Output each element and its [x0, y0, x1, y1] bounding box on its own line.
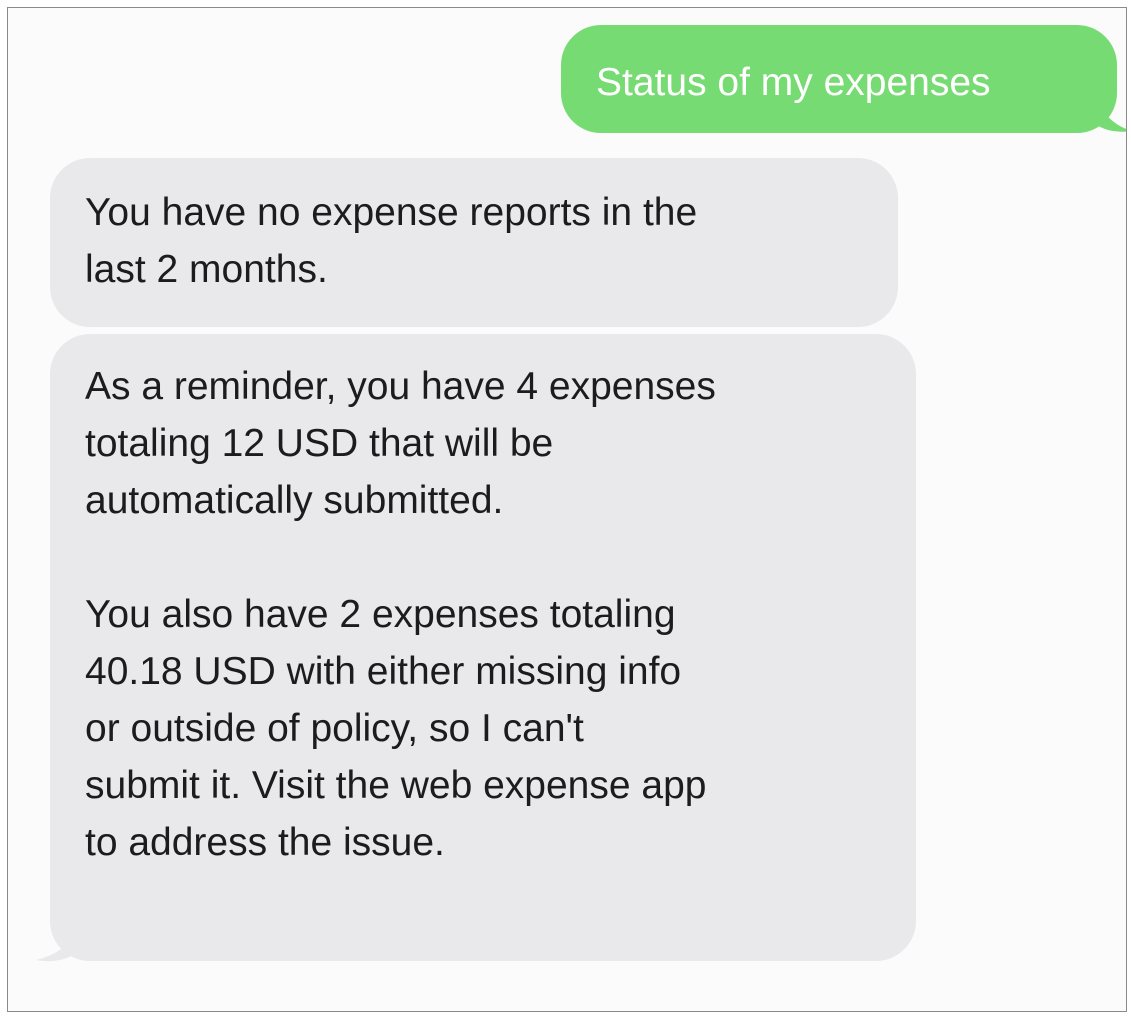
message-paragraph-missing-info: You also have 2 expenses totaling 40.18 …	[85, 593, 707, 864]
received-message-bubble-no-reports[interactable]: You have no expense reports in the last …	[50, 158, 898, 327]
received-bubble-tail-icon	[36, 918, 80, 962]
chat-transcript: Status of my expenses You have no expens…	[7, 7, 1127, 1012]
sent-bubble-tail-icon	[1092, 91, 1126, 132]
message-paragraph-auto-submitted: As a reminder, you have 4 expenses total…	[85, 365, 716, 522]
sent-message-bubble[interactable]: Status of my expenses	[561, 25, 1117, 133]
received-message-bubble-reminder[interactable]: As a reminder, you have 4 expenses total…	[50, 334, 916, 961]
